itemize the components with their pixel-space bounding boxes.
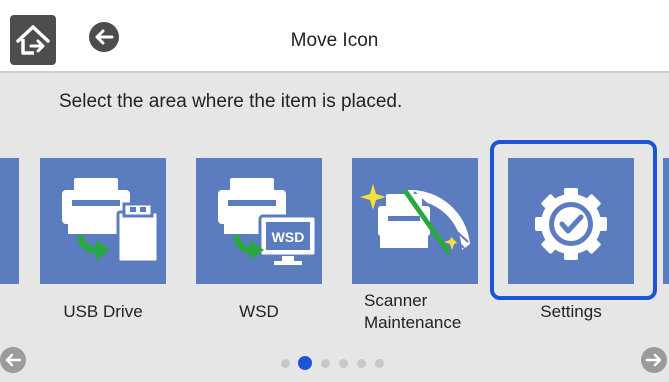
- scanner-maintenance-label: Scanner Maintenance: [352, 290, 472, 334]
- settings-label: Settings: [540, 302, 602, 321]
- wsd-label: WSD: [239, 302, 279, 321]
- usb-drive-tile[interactable]: [40, 158, 166, 284]
- page-dot-2-active: [298, 356, 312, 370]
- usb-drive-icon: [62, 178, 160, 264]
- wsd-tile[interactable]: WSD: [196, 158, 322, 284]
- partial-tile-right[interactable]: [663, 158, 669, 284]
- header-bar: Move Icon: [0, 0, 669, 72]
- scroll-left-button[interactable]: [0, 347, 26, 373]
- page-dot-3: [321, 359, 330, 368]
- partial-tile-left[interactable]: [0, 158, 19, 284]
- page-title: Move Icon: [290, 30, 379, 51]
- page-dot-6: [375, 359, 384, 368]
- page-dot-4: [339, 359, 348, 368]
- svg-text:WSD: WSD: [272, 229, 305, 245]
- arrow-left-icon: [0, 347, 26, 373]
- arrow-right-icon: [641, 347, 667, 373]
- scanner-maintenance-tile[interactable]: [352, 158, 478, 284]
- scanner-maintenance-label-line2: Maintenance: [364, 313, 462, 332]
- wsd-printer-icon: WSD: [218, 178, 318, 265]
- scanner-maintenance-icon: [360, 184, 470, 255]
- selected-area-highlight: [490, 140, 657, 300]
- scanner-maintenance-label-line1: Scanner: [364, 291, 428, 310]
- usb-drive-label: USB Drive: [63, 302, 143, 321]
- page-dot-1: [281, 359, 290, 368]
- page-dot-5: [357, 359, 366, 368]
- instruction-text: Select the area where the item is placed…: [59, 91, 403, 112]
- scroll-right-button[interactable]: [641, 347, 667, 373]
